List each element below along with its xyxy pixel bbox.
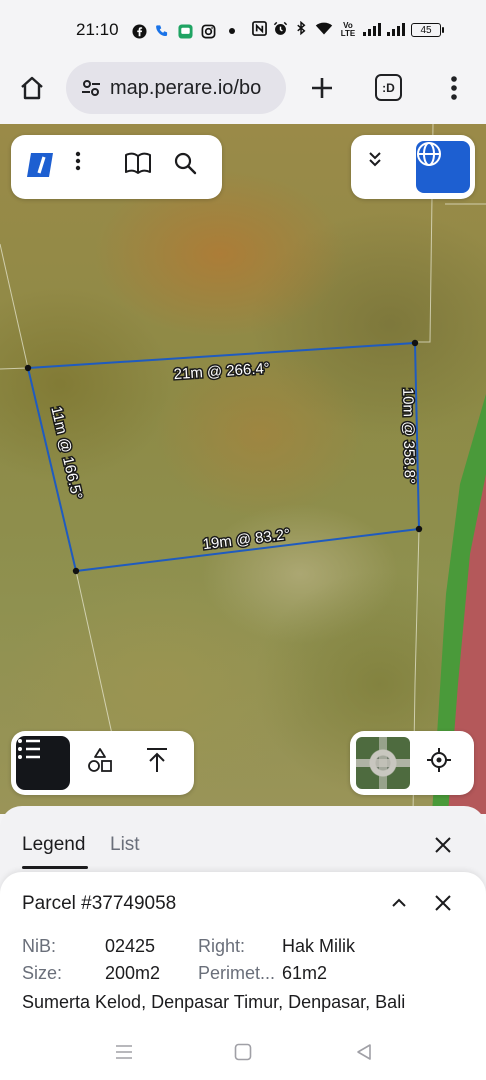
parcel-card: Parcel #37749058 NiB: 02425 Right: Hak M… <box>0 872 486 1032</box>
more-vert-icon <box>75 151 81 171</box>
recents-button[interactable] <box>112 1040 136 1064</box>
home-nav-icon <box>234 1043 252 1061</box>
bluetooth-icon <box>294 20 309 39</box>
shapes-button[interactable] <box>87 747 119 779</box>
parcel-vertex <box>24 364 32 372</box>
close-icon <box>435 837 451 853</box>
more-vert-icon <box>451 76 457 100</box>
chevron-double-down-icon <box>369 152 381 167</box>
legend-button[interactable] <box>16 736 70 790</box>
globe-icon <box>417 142 441 166</box>
tab-legend[interactable]: Legend <box>22 834 85 856</box>
size-value: 200m2 <box>105 963 161 983</box>
parcel-address: Sumerta Kelod, Denpasar Timur, Denpasar,… <box>22 992 406 1012</box>
upload-icon <box>147 748 167 772</box>
browser-menu-button[interactable] <box>438 72 470 104</box>
recents-icon <box>116 1045 132 1059</box>
crosshair-icon <box>427 748 451 772</box>
status-system-icons: Vo LTE 45 <box>252 20 444 39</box>
logo-button[interactable] <box>27 151 59 183</box>
tabs-button[interactable]: :D <box>375 74 402 101</box>
collapse-layers-button[interactable] <box>367 151 399 183</box>
globe-button[interactable] <box>416 141 470 193</box>
url-text: map.perare.io/bo <box>110 76 262 99</box>
site-settings-icon[interactable] <box>80 77 102 99</box>
parcel-title: Parcel #37749058 <box>22 893 177 914</box>
tab-list[interactable]: List <box>110 834 140 856</box>
parcel-close-button[interactable] <box>430 890 456 916</box>
layer-toggle <box>351 135 475 199</box>
chevron-up-icon <box>392 898 406 907</box>
active-tab-indicator <box>22 866 88 869</box>
battery-indicator: 45 <box>411 23 444 37</box>
plus-icon <box>312 78 332 98</box>
map-view[interactable]: 21m @ 266.4° 10m @ 358.8° 19m @ 83.2° 11… <box>0 124 486 814</box>
close-icon <box>435 895 451 911</box>
right-label: Right: <box>198 936 246 956</box>
status-bar: 21:10 Vo LTE 45 <box>0 0 486 62</box>
guide-button[interactable] <box>124 151 156 183</box>
facebook-icon <box>132 23 147 39</box>
parcel-vertex <box>415 525 423 533</box>
legend-close-button[interactable] <box>430 832 456 858</box>
address-bar[interactable]: map.perare.io/bo <box>66 62 286 114</box>
search-button[interactable] <box>173 151 205 183</box>
nib-label: NiB: <box>22 936 57 956</box>
signal-icon-2 <box>387 22 405 39</box>
size-label: Size: <box>22 963 63 983</box>
home-nav-button[interactable] <box>231 1040 255 1064</box>
tabs-icon: :D <box>382 80 395 95</box>
wifi-icon <box>315 21 333 39</box>
search-icon <box>174 152 197 175</box>
parcel-vertex <box>72 567 80 575</box>
edge-label-left: 11m @ 166.5° <box>47 405 85 502</box>
share-button[interactable] <box>145 747 177 779</box>
nfc-icon <box>252 21 267 39</box>
locate-button[interactable] <box>426 747 458 779</box>
browser-toolbar: map.perare.io/bo :D <box>0 62 486 124</box>
back-icon <box>357 1044 371 1060</box>
back-button[interactable] <box>352 1040 376 1064</box>
right-value: Hak Milik <box>282 936 356 956</box>
volte-label: Vo LTE <box>340 21 356 38</box>
map-right-tools <box>350 731 474 795</box>
perimeter-value: 61m2 <box>282 963 328 983</box>
basemap-thumbnail[interactable] <box>356 737 410 789</box>
signal-icon <box>363 22 381 39</box>
dot-icon <box>224 24 239 39</box>
parcel-vertex <box>411 339 419 347</box>
nib-value: 02425 <box>105 936 156 956</box>
map-overlay: 21m @ 266.4° 10m @ 358.8° 19m @ 83.2° 11… <box>0 124 486 814</box>
instagram-icon <box>201 24 216 39</box>
status-time: 21:10 <box>76 20 119 39</box>
book-icon <box>125 152 151 174</box>
logo-icon <box>27 153 53 177</box>
map-more-button[interactable] <box>75 151 107 183</box>
edge-label-right: 10m @ 358.8° <box>399 388 418 485</box>
system-nav-bar <box>0 1032 486 1080</box>
map-toolbar <box>11 135 222 199</box>
collapse-button[interactable] <box>386 890 412 916</box>
status-notification-icons <box>132 22 239 40</box>
new-tab-button[interactable] <box>306 72 338 104</box>
map-bottom-tools <box>11 731 194 795</box>
alarm-icon <box>273 21 288 39</box>
home-button[interactable] <box>16 72 48 104</box>
perimeter-label: Perimet... <box>198 963 276 983</box>
shapes-icon <box>88 748 112 772</box>
home-icon <box>21 76 43 100</box>
messages-icon <box>178 23 193 39</box>
list-icon <box>18 739 40 759</box>
phone-icon <box>155 24 170 39</box>
edge-label-top: 21m @ 266.4° <box>173 360 270 383</box>
